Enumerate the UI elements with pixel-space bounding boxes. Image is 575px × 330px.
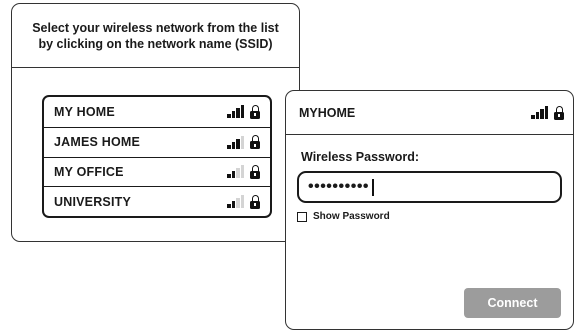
network-item-james-home[interactable]: JAMES HOME <box>44 126 270 157</box>
network-status-icons <box>227 104 260 119</box>
dialog-header: MYHOME <box>286 91 573 135</box>
signal-bar <box>227 144 231 149</box>
signal-bar <box>544 106 548 119</box>
signal-bar <box>240 165 244 179</box>
signal-bar <box>240 105 244 119</box>
instruction-text: Select your wireless network from the li… <box>32 20 279 51</box>
signal-bar <box>231 201 235 209</box>
dialog-status-icons <box>531 105 564 120</box>
network-select-panel: Select your wireless network from the li… <box>11 3 300 242</box>
connect-button[interactable]: Connect <box>464 288 561 318</box>
signal-strength-icon <box>227 165 244 179</box>
network-item-my-home[interactable]: MY HOME <box>44 97 270 127</box>
signal-bar <box>227 174 231 179</box>
signal-bar <box>236 108 240 119</box>
lock-icon <box>554 105 564 120</box>
signal-strength-icon <box>227 135 244 149</box>
dialog-title: MYHOME <box>299 105 356 120</box>
network-list: MY HOME JAMES HOME MY OFFICE UNIVERSITY <box>42 95 272 218</box>
instruction-header: Select your wireless network from the li… <box>12 4 299 68</box>
network-ssid: MY OFFICE <box>54 164 124 179</box>
signal-strength-icon <box>227 105 244 119</box>
signal-bar <box>240 135 244 149</box>
signal-bar <box>236 198 240 209</box>
network-status-icons <box>227 135 260 150</box>
lock-icon <box>250 135 260 150</box>
network-status-icons <box>227 194 260 209</box>
network-ssid: JAMES HOME <box>54 135 141 150</box>
signal-bar <box>535 112 539 119</box>
network-item-university[interactable]: UNIVERSITY <box>44 186 270 216</box>
network-item-my-office[interactable]: MY OFFICE <box>44 156 270 187</box>
signal-bar <box>540 109 544 119</box>
signal-bar <box>227 114 231 119</box>
network-ssid: UNIVERSITY <box>54 194 132 209</box>
show-password-checkbox[interactable] <box>297 211 307 222</box>
signal-strength-icon <box>531 106 548 119</box>
password-value: •••••••••• <box>308 178 370 195</box>
network-ssid: MY HOME <box>54 104 115 119</box>
signal-bar <box>231 141 235 149</box>
lock-icon <box>250 104 260 119</box>
signal-bar <box>236 168 240 179</box>
password-input[interactable]: •••••••••• <box>297 171 562 203</box>
signal-bar <box>236 138 240 149</box>
network-status-icons <box>227 164 260 179</box>
password-label: Wireless Password: <box>301 150 419 164</box>
show-password-label: Show Password <box>313 211 390 222</box>
show-password-toggle[interactable]: Show Password <box>297 211 390 222</box>
signal-strength-icon <box>227 195 244 209</box>
signal-bar <box>531 115 535 119</box>
lock-icon <box>250 164 260 179</box>
signal-bar <box>240 195 244 209</box>
password-dialog: MYHOME Wireless Password: •••••••••• Sho… <box>285 90 574 330</box>
text-cursor <box>372 178 374 196</box>
signal-bar <box>227 204 231 209</box>
signal-bar <box>231 111 235 119</box>
lock-icon <box>250 194 260 209</box>
signal-bar <box>231 171 235 179</box>
